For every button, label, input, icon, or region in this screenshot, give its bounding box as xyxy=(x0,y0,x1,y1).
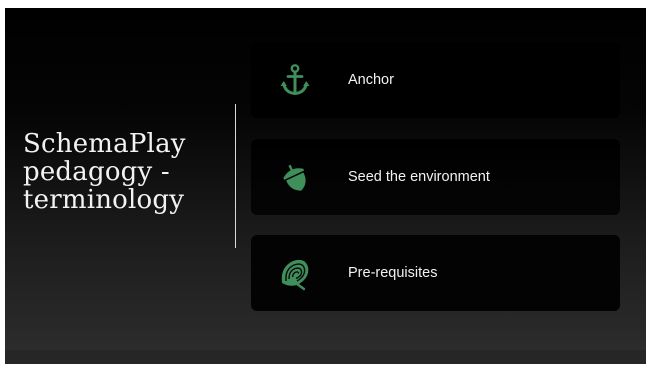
title-line-1: SchemaPlay xyxy=(23,129,186,159)
slide-title: SchemaPlay pedagogy - terminology xyxy=(23,130,228,214)
term-label-seed: Seed the environment xyxy=(348,169,490,185)
anchor-icon xyxy=(277,62,313,98)
term-card-anchor: Anchor xyxy=(251,42,620,118)
term-label-prerequisites: Pre-requisites xyxy=(348,265,438,281)
onion-icon xyxy=(277,255,313,291)
slide-frame: SchemaPlay pedagogy - terminology Anchor xyxy=(0,0,651,369)
vertical-divider xyxy=(235,104,236,248)
term-label-anchor: Anchor xyxy=(348,72,394,88)
term-card-seed: Seed the environment xyxy=(251,139,620,215)
acorn-icon xyxy=(277,159,313,195)
title-line-3: terminology xyxy=(23,185,185,215)
term-card-prerequisites: Pre-requisites xyxy=(251,235,620,311)
title-line-2: pedagogy - xyxy=(23,157,170,187)
slide: SchemaPlay pedagogy - terminology Anchor xyxy=(5,8,646,364)
bottom-band xyxy=(5,350,646,364)
